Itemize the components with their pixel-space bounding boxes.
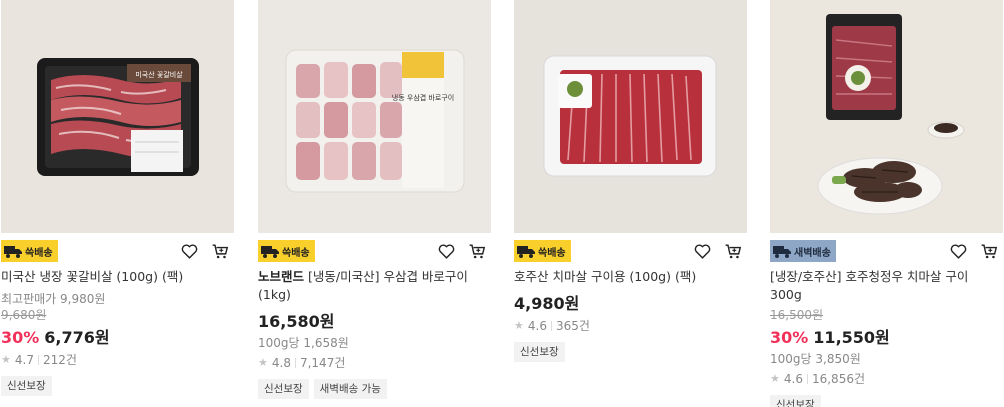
product-image[interactable]: 냉동 우삼겹 바로구이: [258, 0, 491, 233]
original-price: 9,680원: [1, 308, 47, 322]
rating: ★ 4.8 7,147건: [258, 355, 346, 371]
svg-text:냉동 우삼겹 바로구이: 냉동 우삼겹 바로구이: [392, 93, 454, 102]
sale-price: 11,550원: [813, 328, 890, 347]
delivery-badge: 쓱배송: [1, 240, 58, 262]
svg-text:미국산 꽃갈비살: 미국산 꽃갈비살: [135, 70, 183, 79]
tag-fresh: 신선보장: [770, 395, 821, 407]
product-image[interactable]: [770, 0, 1003, 233]
tag-fresh: 신선보장: [1, 376, 52, 396]
star-icon: ★: [770, 372, 780, 385]
rating: ★ 4.7 212건: [1, 352, 77, 368]
product-image[interactable]: [514, 0, 747, 233]
product-card[interactable]: 쓱배송 호주산 치마살 구이용 (100g) (팩) 4,980원 ★ 4.6 3…: [514, 0, 747, 362]
truck-icon: [261, 246, 279, 258]
delivery-badge: 쓱배송: [258, 240, 315, 262]
truck-icon: [517, 246, 535, 258]
discount-rate: 30%: [770, 328, 809, 347]
sale-price: 16,580원: [258, 312, 335, 331]
tag-fresh: 신선보장: [258, 379, 309, 399]
delivery-badge: 새벽배송: [770, 240, 836, 262]
rating: ★ 4.6 365건: [514, 318, 590, 334]
truck-icon: [773, 246, 791, 258]
delivery-badge: 쓱배송: [514, 240, 571, 262]
product-card[interactable]: 새벽배송 [냉장/호주산] 호주청정우 치마살 구이 300g 16,500원 …: [770, 0, 1003, 407]
heart-icon[interactable]: [949, 242, 968, 261]
product-title[interactable]: 노브랜드 [냉동/미국산] 우삼겹 바로구이 (1kg): [258, 268, 491, 304]
cart-icon[interactable]: [724, 242, 743, 261]
tag-dawn-delivery: 새벽배송 가능: [313, 379, 387, 399]
discount-rate: 30%: [1, 328, 40, 347]
product-card[interactable]: 미국산 꽃갈비살 쓱배송 미국산 냉장 꽃갈비살 (100g) (팩) 최고판매…: [1, 0, 234, 396]
heart-icon[interactable]: [180, 242, 199, 261]
heart-icon[interactable]: [437, 242, 456, 261]
product-title[interactable]: 호주산 치마살 구이용 (100g) (팩): [514, 268, 747, 286]
cart-icon[interactable]: [211, 242, 230, 261]
cart-icon[interactable]: [468, 242, 487, 261]
star-icon: ★: [258, 356, 268, 369]
product-grid: 미국산 꽃갈비살 쓱배송 미국산 냉장 꽃갈비살 (100g) (팩) 최고판매…: [0, 0, 1004, 407]
brand-name: 노브랜드: [258, 269, 305, 284]
original-price: 16,500원: [770, 308, 824, 322]
sale-price: 6,776원: [44, 328, 110, 347]
sale-price: 4,980원: [514, 294, 580, 313]
truck-icon: [4, 246, 22, 258]
tag-fresh: 신선보장: [514, 342, 565, 362]
star-icon: ★: [1, 353, 11, 366]
product-card[interactable]: 냉동 우삼겹 바로구이 쓱배송 노브랜드 [냉동/미국산] 우삼겹 바로구이 (…: [258, 0, 491, 399]
max-price-text: 최고판매가 9,980원: [1, 292, 106, 306]
rating: ★ 4.6 16,856건: [770, 371, 865, 387]
product-image[interactable]: 미국산 꽃갈비살: [1, 0, 234, 233]
product-title[interactable]: 미국산 냉장 꽃갈비살 (100g) (팩): [1, 268, 234, 286]
unit-price: 100g당 1,658원: [258, 336, 349, 350]
product-title[interactable]: [냉장/호주산] 호주청정우 치마살 구이 300g: [770, 268, 1003, 304]
cart-icon[interactable]: [980, 242, 999, 261]
star-icon: ★: [514, 319, 524, 332]
heart-icon[interactable]: [693, 242, 712, 261]
unit-price: 100g당 3,850원: [770, 352, 861, 366]
